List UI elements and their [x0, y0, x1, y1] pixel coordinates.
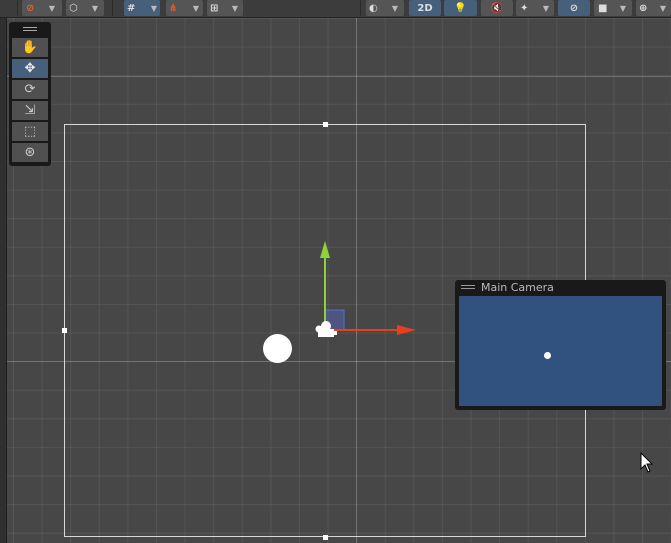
cube-icon: ⬡	[69, 2, 78, 14]
move-tool-button[interactable]: ✥	[12, 59, 48, 78]
tools-overlay: ✋ ✥ ⟳ ⇲ ⬚ ⊛	[9, 22, 51, 166]
grid-icon: ⊞	[210, 2, 219, 14]
x-axis-arrow-icon	[397, 325, 416, 335]
rect-icon: ⬚	[23, 124, 37, 139]
chevron-down-icon[interactable]: ▼	[656, 0, 670, 16]
chevron-down-icon[interactable]: ▼	[147, 0, 161, 16]
mouse-cursor-icon	[640, 452, 654, 473]
effects-icon: ✦	[520, 2, 529, 14]
circle-sprite[interactable]	[263, 334, 292, 363]
camera-preview-view	[459, 296, 662, 406]
drag-handle-icon[interactable]	[461, 285, 475, 289]
eye-slash-icon: ⊘	[569, 2, 579, 14]
chevron-down-icon[interactable]: ▼	[45, 0, 59, 16]
rect-tool-button[interactable]: ⬚	[12, 122, 48, 141]
camera-preview-title: Main Camera	[481, 281, 554, 294]
scale-tool-button[interactable]: ⇲	[12, 101, 48, 120]
globe-icon: ⊕	[639, 2, 648, 14]
chevron-down-icon[interactable]: ▼	[388, 0, 402, 16]
hand-tool-button[interactable]: ✋	[12, 38, 48, 57]
lightbulb-icon: 💡	[454, 2, 467, 14]
move-gizmo[interactable]	[300, 235, 430, 345]
grid-line-major	[0, 76, 671, 77]
rotate-icon: ⟳	[24, 82, 36, 97]
chevron-down-icon[interactable]: ▼	[228, 0, 242, 16]
video-camera-icon: ■	[598, 2, 608, 14]
bounds-handle-top[interactable]	[323, 122, 328, 127]
chevron-down-icon[interactable]: ▼	[189, 0, 203, 16]
2d-mode-button[interactable]: 2D	[409, 0, 441, 16]
hand-icon: ✋	[21, 40, 39, 55]
chevron-down-icon[interactable]: ▼	[539, 0, 553, 16]
sphere-icon: ◐	[369, 2, 378, 14]
rotate-tool-button[interactable]: ⟳	[12, 80, 48, 99]
chevron-down-icon[interactable]: ▼	[88, 0, 102, 16]
transform-tool-button[interactable]: ⊛	[12, 143, 48, 162]
panel-edge	[0, 0, 7, 543]
gizmo-icon: ⊘	[26, 2, 35, 14]
camera-preview-window[interactable]: Main Camera	[455, 280, 666, 410]
move-arrows-icon: ✥	[24, 61, 36, 76]
drag-handle-icon[interactable]	[23, 27, 37, 31]
bounds-handle-left[interactable]	[62, 328, 67, 333]
chevron-down-icon[interactable]: ▼	[616, 0, 630, 16]
scene-toolbar: ⊘ ▼ ⬡ ▼ # ▼ ⋔ ▼ ⊞ ▼ ◐ ▼ 2D 💡 🔇 ✦ ▼ ⊘ ■ ▼…	[0, 0, 671, 18]
bounds-handle-bottom[interactable]	[323, 535, 328, 540]
magnet-icon: ⋔	[169, 2, 178, 14]
grid-y-icon: #	[127, 2, 136, 14]
audio-muted-icon: 🔇	[490, 2, 504, 14]
transform-icon: ⊛	[24, 145, 36, 160]
audio-mute-button[interactable]: 🔇	[481, 0, 513, 16]
hidden-objects-button[interactable]: ⊘	[558, 0, 590, 16]
preview-circle-sprite	[544, 352, 551, 359]
scale-icon: ⇲	[24, 103, 36, 118]
y-axis-arrow-icon	[320, 241, 330, 258]
lighting-button[interactable]: 💡	[444, 0, 477, 16]
